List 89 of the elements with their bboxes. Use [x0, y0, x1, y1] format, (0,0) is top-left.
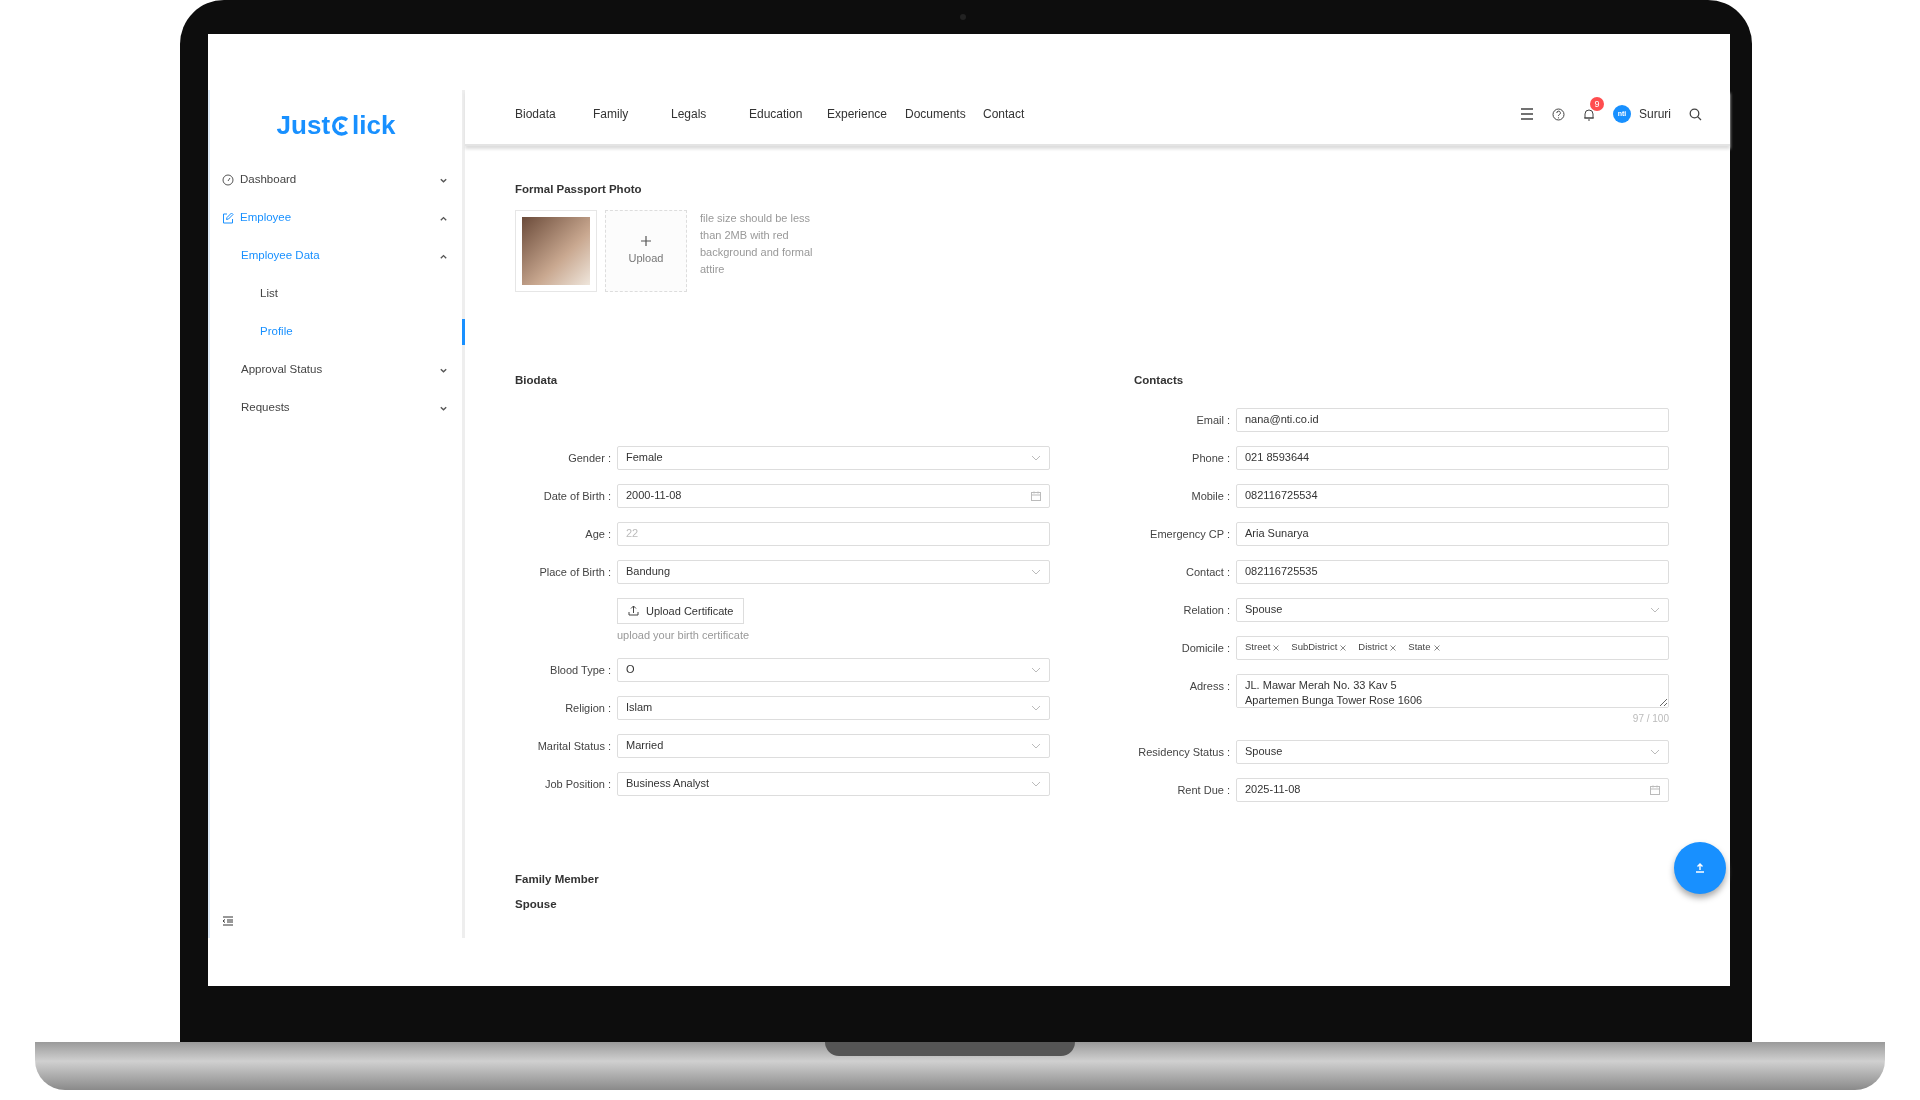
- field-label: Email :: [1195, 412, 1231, 428]
- upload-fab-button[interactable]: [1674, 842, 1726, 894]
- input-field[interactable]: Aria Sunarya: [1236, 521, 1669, 546]
- sidebar-item[interactable]: Requests: [210, 389, 462, 427]
- dropdown-field[interactable]: Spouse: [1236, 597, 1669, 622]
- chevron-down-icon: [1650, 748, 1660, 755]
- dropdown-field[interactable]: Spouse: [1236, 739, 1669, 764]
- chevron-down-icon: [1650, 606, 1660, 613]
- input-field[interactable]: 082116725534: [1236, 483, 1669, 508]
- field-label: Adress :: [1188, 678, 1231, 694]
- dropdown-field[interactable]: Business Analyst: [617, 771, 1050, 796]
- character-counter: 97 / 100: [1631, 711, 1669, 726]
- chevron-down-icon: [1031, 454, 1041, 461]
- input-field[interactable]: 021 8593644: [1236, 445, 1669, 470]
- chevron-down-icon: [1031, 742, 1041, 749]
- menu-icon: [1520, 108, 1534, 120]
- tag-chip[interactable]: State: [1408, 640, 1440, 655]
- tag-chip[interactable]: SubDistrict: [1291, 640, 1347, 655]
- tag-field[interactable]: Street SubDistrict District State: [1236, 635, 1669, 660]
- field-label: Residency Status :: [1137, 744, 1231, 760]
- dropdown-field[interactable]: Married: [617, 733, 1050, 758]
- close-icon: [1340, 644, 1347, 651]
- close-icon: [1433, 644, 1440, 651]
- sidebar-item[interactable]: List: [210, 275, 462, 313]
- chevron-down-icon: [1031, 704, 1041, 711]
- collapse-menu-icon: [222, 916, 234, 926]
- upload-box[interactable]: Upload: [605, 210, 687, 293]
- section-subtitle: Spouse: [515, 896, 558, 912]
- field-label: Emergency CP :: [1149, 526, 1231, 542]
- section-title: Formal Passport Photo: [515, 182, 643, 197]
- field-label: Marital Status :: [536, 738, 612, 754]
- gauge-icon: [222, 174, 234, 186]
- dropdown-field[interactable]: O: [617, 657, 1050, 682]
- chevron-down-icon: [1031, 780, 1041, 787]
- help-icon: [1552, 107, 1565, 121]
- field-label: Age :: [584, 526, 612, 542]
- calendar-icon: [1650, 784, 1660, 795]
- section-title: Contacts: [1134, 373, 1185, 389]
- upload-hint: file size should be less than 2MB with red background and formal attire: [700, 211, 814, 278]
- field-label: Job Position :: [543, 776, 612, 792]
- notification-badge: 9: [1590, 96, 1604, 111]
- dropdown-field[interactable]: Female: [617, 445, 1050, 470]
- field-label: Contact :: [1184, 564, 1231, 580]
- chevron-down-icon: [1031, 568, 1041, 575]
- tag-chip[interactable]: District: [1358, 640, 1397, 655]
- chevron-down-icon: [1031, 666, 1041, 673]
- dropdown-field[interactable]: Bandung: [617, 559, 1050, 584]
- logo: Just lick: [275, 109, 397, 142]
- upload-icon: [1694, 862, 1706, 874]
- date-field[interactable]: 2025-11-08: [1236, 777, 1669, 802]
- nav-tab[interactable]: Documents: [897, 105, 975, 123]
- field-label: Blood Type :: [549, 662, 612, 678]
- sidebar-item[interactable]: Dashboard: [210, 161, 462, 199]
- field-label: Relation :: [1182, 602, 1231, 618]
- user-name[interactable]: Sururi: [1639, 105, 1671, 123]
- input-field[interactable]: nana@nti.co.id: [1236, 407, 1669, 432]
- upload-certificate-button[interactable]: Upload Certificate: [617, 597, 745, 624]
- input-field[interactable]: 082116725535: [1236, 559, 1669, 584]
- nav-tab[interactable]: Education: [741, 105, 819, 123]
- nav-tab[interactable]: Family: [585, 105, 663, 123]
- edit-icon: [222, 212, 234, 224]
- date-field[interactable]: 2000-11-08: [617, 483, 1050, 508]
- nav-tab[interactable]: Biodata: [507, 105, 585, 123]
- nav-tab[interactable]: Legals: [663, 105, 741, 123]
- plus-icon: [641, 236, 651, 246]
- field-label: Domicile :: [1180, 640, 1231, 656]
- photo-placeholder: [522, 217, 590, 286]
- field-label: Religion :: [564, 700, 612, 716]
- field-label: Rent Due :: [1176, 782, 1231, 798]
- tag-chip[interactable]: Street: [1245, 640, 1280, 655]
- search-icon: [1689, 107, 1702, 121]
- field-label: Mobile :: [1190, 488, 1231, 504]
- calendar-icon: [1031, 490, 1041, 501]
- close-icon: [1390, 644, 1397, 651]
- field-label: Gender :: [567, 450, 612, 466]
- address-textarea[interactable]: JL. Mawar Merah No. 33 Kav 5 Apartemen Bunga Tower Rose 1606: [1236, 673, 1669, 708]
- section-title: Biodata: [515, 373, 559, 389]
- upload-icon: [628, 605, 639, 617]
- nav-tab[interactable]: Contact: [975, 105, 1053, 123]
- dropdown-field[interactable]: Islam: [617, 695, 1050, 720]
- field-label: Phone :: [1191, 450, 1231, 466]
- section-title: Family Member: [515, 871, 600, 887]
- close-icon: [1273, 644, 1280, 651]
- bell-icon: [1583, 108, 1595, 122]
- field-label: Date of Birth :: [542, 488, 612, 504]
- nav-tab[interactable]: Experience: [819, 105, 897, 123]
- upload-hint: upload your birth certificate: [617, 628, 750, 643]
- field-label: Place of Birth :: [538, 564, 612, 580]
- sidebar-item[interactable]: Approval Status: [210, 351, 462, 389]
